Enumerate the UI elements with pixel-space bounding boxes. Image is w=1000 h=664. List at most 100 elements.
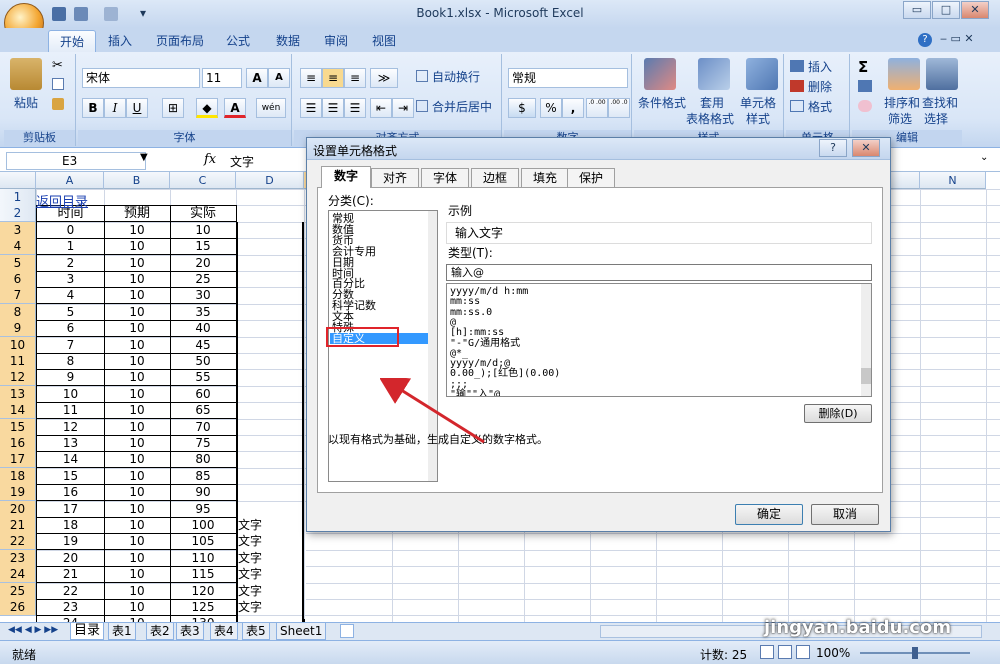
table-cell[interactable]: 130: [170, 615, 237, 622]
table-cell[interactable]: 10: [104, 501, 171, 518]
number-format-select[interactable]: 常规: [508, 68, 628, 88]
table-cell[interactable]: 90: [170, 484, 237, 501]
table-cell[interactable]: 25: [170, 271, 237, 288]
bold-button[interactable]: B: [82, 98, 104, 118]
table-cell[interactable]: 95: [170, 501, 237, 518]
format-as-table-icon[interactable]: [698, 58, 730, 90]
align-middle-icon[interactable]: ≡: [322, 68, 344, 88]
table-cell[interactable]: 17: [36, 501, 105, 518]
dialog-tab[interactable]: 填充: [521, 168, 569, 187]
table-cell[interactable]: 10: [104, 451, 171, 468]
dialog-tab[interactable]: 数字: [321, 166, 371, 188]
table-cell[interactable]: 125: [170, 599, 237, 616]
fill-icon[interactable]: [858, 80, 872, 92]
save-icon[interactable]: [52, 7, 66, 21]
table-cell[interactable]: 18: [36, 517, 105, 534]
row-header[interactable]: 17: [0, 451, 36, 468]
row-header[interactable]: 26: [0, 599, 36, 616]
decrease-indent-icon[interactable]: ⇤: [370, 98, 392, 118]
column-header[interactable]: B: [104, 172, 170, 189]
text-cell[interactable]: 文字: [238, 550, 306, 566]
sheet-nav-icon[interactable]: ◀◀ ◀ ▶ ▶▶: [8, 625, 58, 635]
delete-cells-button[interactable]: 删除: [808, 78, 832, 95]
help-icon[interactable]: ?: [918, 33, 932, 47]
table-cell[interactable]: 80: [170, 451, 237, 468]
text-cell[interactable]: 文字: [238, 517, 306, 533]
format-cells-icon[interactable]: [790, 100, 804, 112]
table-cell[interactable]: 45: [170, 337, 237, 354]
phonetic-button[interactable]: wén: [256, 98, 286, 118]
table-cell[interactable]: 50: [170, 353, 237, 370]
align-right-icon[interactable]: ☰: [344, 98, 366, 118]
font-size-select[interactable]: 11: [202, 68, 242, 88]
format-as-table-label-1[interactable]: 套用: [700, 94, 724, 111]
table-cell[interactable]: 10: [36, 386, 105, 403]
row-header[interactable]: 6: [0, 271, 36, 288]
table-cell[interactable]: 120: [170, 583, 237, 600]
table-cell[interactable]: 65: [170, 402, 237, 419]
table-cell[interactable]: 10: [104, 435, 171, 452]
table-cell[interactable]: 115: [170, 566, 237, 583]
table-cell[interactable]: 0: [36, 222, 105, 239]
type-item[interactable]: "输""入"@: [450, 389, 858, 396]
qat-customize-icon[interactable]: ▾: [140, 6, 146, 20]
table-cell[interactable]: 10: [104, 599, 171, 616]
sheet-tab[interactable]: Sheet1: [276, 623, 327, 640]
row-header[interactable]: 13: [0, 386, 36, 403]
sort-filter-label-2[interactable]: 筛选: [888, 110, 912, 127]
row-header[interactable]: 10: [0, 337, 36, 354]
row-header[interactable]: 2: [0, 205, 36, 222]
page-layout-view-icon[interactable]: [778, 645, 792, 659]
name-box-dropdown-icon[interactable]: ▼: [140, 152, 148, 163]
tab-view[interactable]: 视图: [364, 30, 404, 52]
table-cell[interactable]: 100: [170, 517, 237, 534]
table-cell[interactable]: 16: [36, 484, 105, 501]
table-cell[interactable]: 12: [36, 419, 105, 436]
increase-decimal-button[interactable]: .0 .00: [586, 98, 608, 118]
table-cell[interactable]: 85: [170, 468, 237, 485]
find-select-label-1[interactable]: 查找和: [922, 94, 958, 111]
undo-icon[interactable]: [74, 7, 88, 21]
increase-indent-icon[interactable]: ⇥: [392, 98, 414, 118]
maximize-button[interactable]: □: [932, 1, 960, 19]
cancel-button[interactable]: 取消: [811, 504, 879, 525]
autosum-button[interactable]: Σ: [858, 58, 868, 76]
zoom-level[interactable]: 100%: [816, 646, 850, 660]
dialog-help-button[interactable]: ?: [819, 139, 847, 157]
table-cell[interactable]: 10: [170, 222, 237, 239]
table-cell[interactable]: 21: [36, 566, 105, 583]
dialog-tab[interactable]: 对齐: [371, 168, 419, 187]
close-button[interactable]: ✕: [961, 1, 989, 19]
grow-font-button[interactable]: A: [246, 68, 268, 88]
row-header[interactable]: 16: [0, 435, 36, 452]
table-cell[interactable]: 110: [170, 550, 237, 567]
find-select-icon[interactable]: [926, 58, 958, 90]
table-header-cell[interactable]: 实际: [170, 205, 237, 222]
table-cell[interactable]: 10: [104, 238, 171, 255]
shrink-font-button[interactable]: A: [268, 68, 290, 88]
sheet-tab[interactable]: 目录: [70, 623, 105, 640]
dialog-tab[interactable]: 保护: [567, 168, 615, 187]
table-cell[interactable]: 8: [36, 353, 105, 370]
table-cell[interactable]: 10: [104, 550, 171, 567]
fill-color-icon[interactable]: ◆: [196, 98, 218, 118]
wrap-text-button[interactable]: 自动换行: [432, 68, 480, 85]
sheet-tab[interactable]: 表5: [242, 623, 270, 640]
table-cell[interactable]: 13: [36, 435, 105, 452]
row-header[interactable]: 8: [0, 304, 36, 321]
table-cell[interactable]: 5: [36, 304, 105, 321]
table-cell[interactable]: 2: [36, 255, 105, 272]
delete-cells-icon[interactable]: [790, 80, 804, 92]
table-cell[interactable]: 10: [104, 369, 171, 386]
dialog-close-button[interactable]: ✕: [852, 139, 880, 157]
table-cell[interactable]: 15: [36, 468, 105, 485]
table-cell[interactable]: 55: [170, 369, 237, 386]
table-cell[interactable]: 19: [36, 533, 105, 550]
table-cell[interactable]: 10: [104, 533, 171, 550]
paste-label[interactable]: 粘贴: [14, 94, 38, 111]
sort-filter-label-1[interactable]: 排序和: [884, 94, 920, 111]
table-cell[interactable]: 10: [104, 222, 171, 239]
row-header[interactable]: 12: [0, 369, 36, 386]
select-all-corner[interactable]: [0, 172, 36, 189]
cut-icon[interactable]: ✂: [52, 58, 63, 73]
